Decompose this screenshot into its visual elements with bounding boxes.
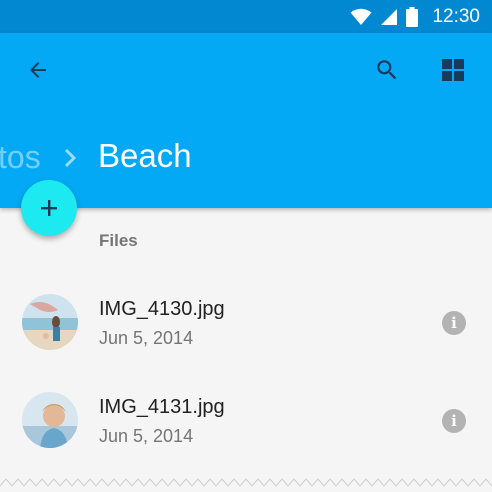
search-icon — [377, 60, 397, 80]
search-button[interactable] — [367, 50, 407, 90]
breadcrumb-previous[interactable]: tos — [0, 139, 41, 176]
signal-icon — [381, 8, 398, 25]
file-date: Jun 5, 2014 — [99, 328, 194, 348]
arrow-back-icon — [30, 62, 46, 78]
battery-icon — [406, 6, 419, 27]
section-title: Files — [99, 231, 138, 250]
status-icons: 12:30 — [350, 0, 480, 33]
file-name: IMG_4130.jpg — [99, 298, 225, 320]
info-button[interactable]: i — [442, 311, 466, 335]
grid-view-button[interactable] — [433, 50, 473, 90]
file-date: Jun 5, 2014 — [99, 426, 194, 446]
breadcrumb-current: Beach — [98, 137, 192, 174]
back-button[interactable] — [18, 50, 58, 90]
info-icon: i — [451, 411, 457, 430]
add-button[interactable] — [21, 180, 77, 236]
file-name: IMG_4131.jpg — [99, 396, 225, 418]
info-icon: i — [451, 313, 457, 332]
info-button[interactable]: i — [442, 409, 466, 433]
app-bar: tos Beach — [0, 33, 492, 208]
child-photo-thumbnail — [22, 392, 78, 448]
beach-photo-thumbnail — [22, 294, 78, 350]
status-bar: 12:30 — [0, 0, 492, 33]
add-icon — [41, 200, 57, 216]
list-item[interactable]: IMG_4131.jpg Jun 5, 2014 i — [0, 380, 492, 460]
status-time: 12:30 — [432, 5, 480, 27]
wifi-icon — [350, 8, 372, 25]
list-item[interactable]: IMG_4130.jpg Jun 5, 2014 i — [0, 282, 492, 362]
grid-view-icon — [442, 59, 464, 81]
torn-edge-divider — [0, 478, 492, 487]
chevron-right-icon — [64, 148, 77, 168]
